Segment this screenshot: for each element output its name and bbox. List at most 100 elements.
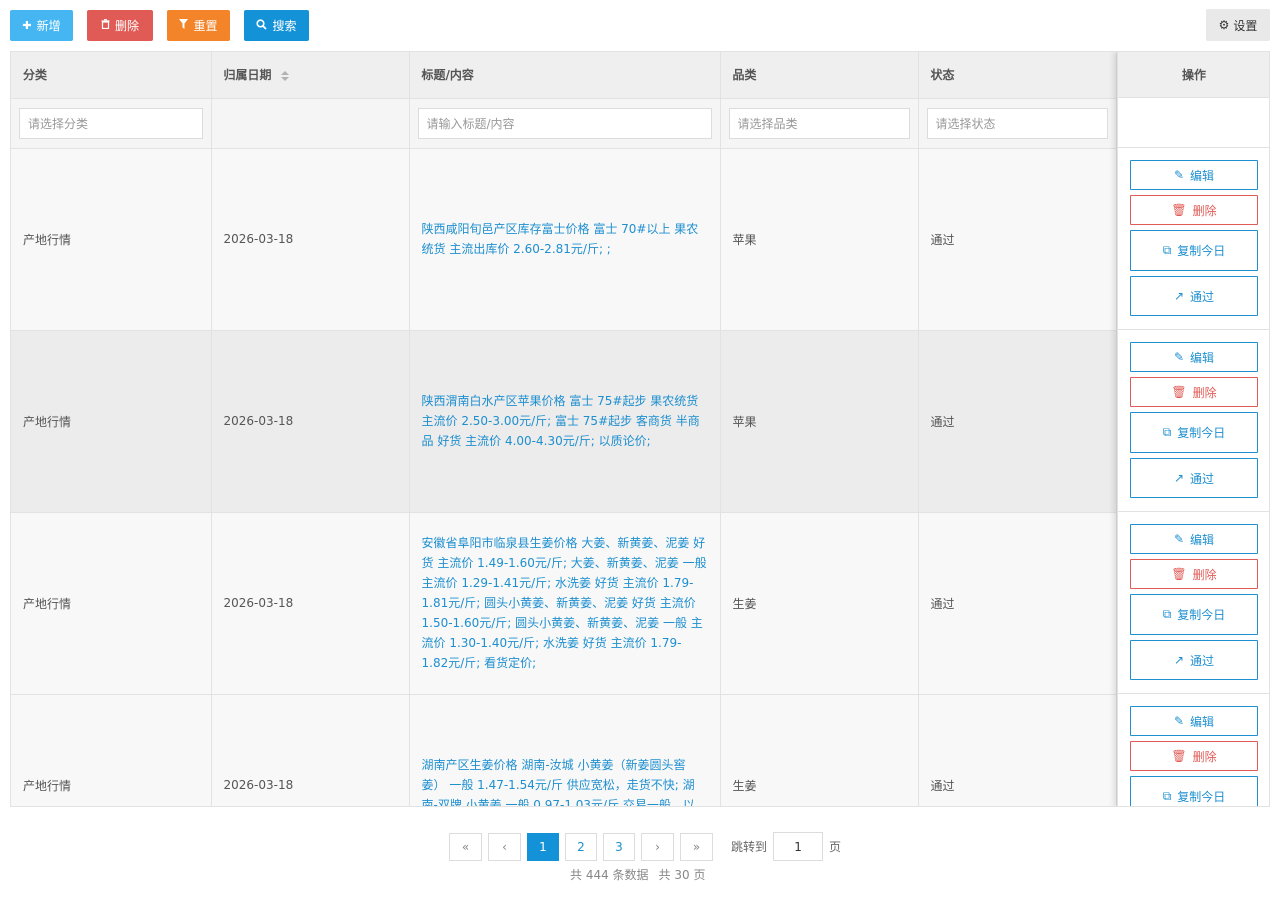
cell-date: 2026-03-18 <box>211 330 410 513</box>
table-row[interactable]: 产地行情 2026-03-18 安徽省阜阳市临泉县生姜价格 大姜、新黄姜、泥姜 … <box>11 512 1269 695</box>
cell-title[interactable]: 陕西咸阳旬邑产区库存富士价格 富士 70#以上 果农统货 主流出库价 2.60-… <box>409 148 721 331</box>
last-page-button[interactable]: » <box>680 832 713 861</box>
copy-today-button[interactable]: ⧉ 复制今日 <box>1130 412 1258 453</box>
cell-title[interactable]: 湖南产区生姜价格 湖南-汝城 小黄姜（新姜圆头窖姜） 一般 1.47-1.54元… <box>409 694 721 806</box>
trash-icon: 🗑 <box>1171 385 1187 399</box>
copy-icon: ⧉ <box>1162 607 1172 621</box>
cell-date: 2026-03-18 <box>211 694 410 806</box>
column-header-date[interactable]: 归属日期 <box>211 52 410 99</box>
external-link-icon: ↗ <box>1173 471 1185 485</box>
external-link-icon: ↗ <box>1173 289 1185 303</box>
trash-icon: 🗑 <box>1171 749 1187 763</box>
add-button[interactable]: ✚ 新增 <box>10 10 73 41</box>
search-button[interactable]: 搜索 <box>244 10 309 41</box>
cell-title[interactable]: 陕西渭南白水产区苹果价格 富士 75#起步 果农统货 主流价 2.50-3.00… <box>409 330 721 513</box>
title-filter-input[interactable]: 请输入标题/内容 <box>417 107 712 139</box>
cell-status: 通过 <box>918 330 1117 513</box>
first-page-button[interactable]: « <box>449 832 482 861</box>
row-actions: ✎编辑 🗑删除 ⧉复制今日 ↗通过 <box>1118 148 1269 330</box>
edit-icon: ✎ <box>1173 168 1185 182</box>
cell-status: 通过 <box>918 512 1117 695</box>
cell-category: 产地行情 <box>11 694 212 806</box>
delete-button[interactable]: 删除 <box>87 10 153 41</box>
edit-icon: ✎ <box>1173 714 1185 728</box>
cell-category: 产地行情 <box>11 148 212 331</box>
copy-icon: ⧉ <box>1162 425 1172 439</box>
external-link-icon: ↗ <box>1173 653 1185 667</box>
sort-icon[interactable] <box>280 70 289 81</box>
prev-page-button[interactable]: ‹ <box>488 832 521 861</box>
filter-row: 请选择分类 请输入标题/内容 请选择品类 请选择状态 <box>11 98 1269 149</box>
gear-icon: ⚙ <box>1218 18 1230 32</box>
edit-button[interactable]: ✎ 编辑 <box>1130 342 1258 372</box>
approve-button[interactable]: ↗ 通过 <box>1130 640 1258 680</box>
jump-page-input[interactable]: 1 <box>773 832 824 861</box>
settings-button-label: 设置 <box>1233 18 1258 33</box>
filter-icon <box>179 19 189 32</box>
cell-category: 产地行情 <box>11 512 212 695</box>
pagination: « ‹ 1 2 3 › » 跳转到 1 页 <box>449 832 841 861</box>
total-records: 共 444 条数据 <box>570 868 649 882</box>
cell-variety: 生姜 <box>720 694 919 806</box>
status-filter-select[interactable]: 请选择状态 <box>926 107 1108 139</box>
search-icon <box>256 18 268 33</box>
variety-filter-select[interactable]: 请选择品类 <box>728 107 910 139</box>
page-button-3[interactable]: 3 <box>603 832 635 861</box>
row-actions: ✎编辑 🗑删除 ⧉复制今日 ↗通过 <box>1118 512 1269 694</box>
ops-filter-cell <box>1118 98 1269 148</box>
copy-icon: ⧉ <box>1162 789 1172 803</box>
settings-button[interactable]: ⚙ 设置 <box>1206 9 1270 41</box>
row-delete-button[interactable]: 🗑 删除 <box>1130 195 1258 225</box>
column-header-status: 状态 <box>918 52 1117 99</box>
cell-status: 通过 <box>918 148 1117 331</box>
cell-variety: 生姜 <box>720 512 919 695</box>
column-header-date-label: 归属日期 <box>223 68 272 83</box>
page-button-2[interactable]: 2 <box>565 832 597 861</box>
reset-button-label: 重置 <box>193 19 218 33</box>
row-delete-button[interactable]: 🗑 删除 <box>1130 559 1258 589</box>
row-actions: ✎编辑 🗑删除 ⧉复制今日 ↗通过 <box>1118 330 1269 512</box>
cell-category: 产地行情 <box>11 330 212 513</box>
plus-icon: ✚ <box>22 19 32 32</box>
reset-button[interactable]: 重置 <box>167 10 230 41</box>
page-jump: 跳转到 1 页 <box>731 832 841 861</box>
ops-column: 操作 ✎ 编辑 🗑 删除 ⧉ 复制今日 ↗ 通过 ✎ 编辑 🗑 删除 ⧉ 复制今日 ↗ 通过 ✎… <box>1117 52 1269 806</box>
cell-date: 2026-03-18 <box>211 148 410 331</box>
copy-today-button[interactable]: ⧉ 复制今日 <box>1130 594 1258 635</box>
trash-icon <box>101 19 110 32</box>
copy-icon: ⧉ <box>1162 243 1172 257</box>
copy-today-button[interactable]: ⧉ 复制今日 <box>1130 776 1258 806</box>
delete-button-label: 删除 <box>114 19 139 33</box>
edit-button[interactable]: ✎ 编辑 <box>1130 160 1258 190</box>
row-delete-button[interactable]: 🗑 删除 <box>1130 377 1258 407</box>
search-button-label: 搜索 <box>272 19 297 33</box>
cell-status: 通过 <box>918 694 1117 806</box>
data-table: 分类 归属日期 标题/内容 品类 状态 请选择分类 请输入标题/内容 请选择品类… <box>10 51 1270 807</box>
approve-button[interactable]: ↗ 通过 <box>1130 276 1258 316</box>
table-row[interactable]: 产地行情 2026-03-18 湖南产区生姜价格 湖南-汝城 小黄姜（新姜圆头窖… <box>11 694 1269 806</box>
total-pages: 共 30 页 <box>658 868 706 882</box>
row-actions: ✎编辑 🗑删除 ⧉复制今日 ↗通过 <box>1118 694 1269 806</box>
trash-icon: 🗑 <box>1171 567 1187 581</box>
jump-label: 跳转到 <box>731 840 768 854</box>
category-filter-select[interactable]: 请选择分类 <box>19 107 203 139</box>
page-button-1[interactable]: 1 <box>527 832 559 861</box>
edit-button[interactable]: ✎ 编辑 <box>1130 524 1258 554</box>
toolbar: ✚ 新增 删除 重置 搜索 <box>10 10 309 41</box>
add-button-label: 新增 <box>36 19 61 33</box>
approve-button[interactable]: ↗ 通过 <box>1130 458 1258 498</box>
table-row[interactable]: 产地行情 2026-03-18 陕西咸阳旬邑产区库存富士价格 富士 70#以上 … <box>11 148 1269 331</box>
copy-today-button[interactable]: ⧉ 复制今日 <box>1130 230 1258 271</box>
table-row[interactable]: 产地行情 2026-03-18 陕西渭南白水产区苹果价格 富士 75#起步 果农… <box>11 330 1269 513</box>
trash-icon: 🗑 <box>1171 203 1187 217</box>
cell-title[interactable]: 安徽省阜阳市临泉县生姜价格 大姜、新黄姜、泥姜 好货 主流价 1.49-1.60… <box>409 512 721 695</box>
edit-icon: ✎ <box>1173 350 1185 364</box>
edit-button[interactable]: ✎ 编辑 <box>1130 706 1258 736</box>
next-page-button[interactable]: › <box>641 832 674 861</box>
cell-variety: 苹果 <box>720 148 919 331</box>
column-header-title: 标题/内容 <box>409 52 721 99</box>
cell-variety: 苹果 <box>720 330 919 513</box>
column-header-variety: 品类 <box>720 52 919 99</box>
row-delete-button[interactable]: 🗑 删除 <box>1130 741 1258 771</box>
pagination-summary: 共 444 条数据 共 30 页 <box>570 866 705 883</box>
